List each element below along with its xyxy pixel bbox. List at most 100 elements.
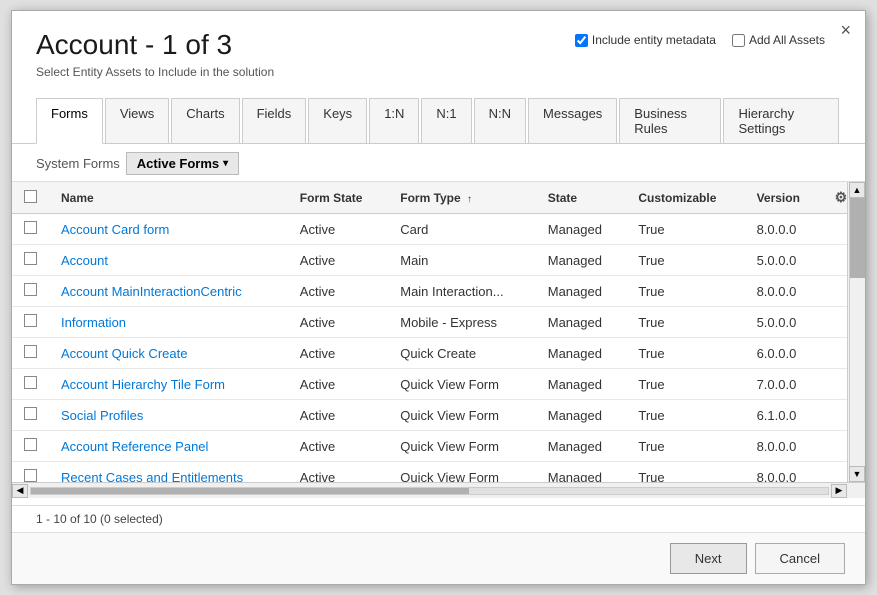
row-form-state-cell: Active bbox=[288, 400, 388, 431]
row-state-cell: Managed bbox=[536, 245, 627, 276]
table-row: Account Quick CreateActiveQuick CreateMa… bbox=[12, 338, 865, 369]
tab-1-n[interactable]: 1:N bbox=[369, 98, 419, 144]
status-bar: 1 - 10 of 10 (0 selected) bbox=[12, 505, 865, 532]
row-name-cell: Account MainInteractionCentric bbox=[49, 276, 288, 307]
row-checkbox-cell[interactable] bbox=[12, 369, 49, 400]
row-name-cell: Social Profiles bbox=[49, 400, 288, 431]
row-name-cell: Recent Cases and Entitlements bbox=[49, 462, 288, 483]
active-forms-button[interactable]: Active Forms ▾ bbox=[126, 152, 239, 175]
form-name-link[interactable]: Account MainInteractionCentric bbox=[61, 284, 242, 299]
tab-forms[interactable]: Forms bbox=[36, 98, 103, 144]
tab-keys[interactable]: Keys bbox=[308, 98, 367, 144]
row-version-cell: 7.0.0.0 bbox=[745, 369, 823, 400]
row-form-type-cell: Main Interaction... bbox=[388, 276, 536, 307]
scroll-up-button[interactable]: ▲ bbox=[849, 182, 865, 198]
row-checkbox-cell[interactable] bbox=[12, 214, 49, 245]
scroll-down-button[interactable]: ▼ bbox=[849, 466, 865, 482]
include-metadata-label[interactable]: Include entity metadata bbox=[575, 33, 716, 47]
tab-views[interactable]: Views bbox=[105, 98, 169, 144]
row-checkbox[interactable] bbox=[24, 221, 37, 234]
tab-hierarchy-settings[interactable]: Hierarchy Settings bbox=[723, 98, 839, 144]
row-customizable-cell: True bbox=[626, 462, 744, 483]
row-state-cell: Managed bbox=[536, 400, 627, 431]
dialog-footer: Next Cancel bbox=[12, 532, 865, 584]
sort-icon: ↑ bbox=[467, 194, 472, 205]
row-form-type-cell: Quick View Form bbox=[388, 462, 536, 483]
form-name-link[interactable]: Information bbox=[61, 315, 126, 330]
row-checkbox-cell[interactable] bbox=[12, 431, 49, 462]
close-button[interactable]: × bbox=[840, 21, 851, 39]
state-column-header[interactable]: State bbox=[536, 182, 627, 214]
row-customizable-cell: True bbox=[626, 214, 744, 245]
tab-n-n[interactable]: N:N bbox=[474, 98, 526, 144]
horizontal-scrollbar[interactable]: ◀ ▶ bbox=[12, 482, 865, 498]
row-version-cell: 8.0.0.0 bbox=[745, 462, 823, 483]
row-form-state-cell: Active bbox=[288, 276, 388, 307]
tab-business-rules[interactable]: Business Rules bbox=[619, 98, 721, 144]
row-checkbox-cell[interactable] bbox=[12, 276, 49, 307]
row-form-type-cell: Quick Create bbox=[388, 338, 536, 369]
tab-n-1[interactable]: N:1 bbox=[421, 98, 471, 144]
add-all-assets-checkbox[interactable] bbox=[732, 34, 745, 47]
scroll-thumb[interactable] bbox=[850, 198, 865, 278]
row-form-type-cell: Card bbox=[388, 214, 536, 245]
checkbox-column-header[interactable] bbox=[12, 182, 49, 214]
add-all-assets-label[interactable]: Add All Assets bbox=[732, 33, 825, 47]
scroll-right-button[interactable]: ▶ bbox=[831, 484, 847, 498]
form-name-link[interactable]: Account Card form bbox=[61, 222, 169, 237]
row-checkbox[interactable] bbox=[24, 314, 37, 327]
form-name-link[interactable]: Account Reference Panel bbox=[61, 439, 208, 454]
row-form-state-cell: Active bbox=[288, 245, 388, 276]
vertical-scrollbar[interactable]: ▲ ▼ bbox=[847, 182, 865, 482]
row-checkbox-cell[interactable] bbox=[12, 307, 49, 338]
table-scroll[interactable]: Name Form State Form Type ↑ State Custom… bbox=[12, 182, 865, 482]
form-type-column-header[interactable]: Form Type ↑ bbox=[388, 182, 536, 214]
form-name-link[interactable]: Recent Cases and Entitlements bbox=[61, 470, 243, 483]
row-checkbox[interactable] bbox=[24, 407, 37, 420]
settings-icon[interactable]: ⚙ bbox=[835, 189, 848, 205]
row-form-state-cell: Active bbox=[288, 462, 388, 483]
row-state-cell: Managed bbox=[536, 369, 627, 400]
form-name-link[interactable]: Account Hierarchy Tile Form bbox=[61, 377, 225, 392]
include-metadata-checkbox[interactable] bbox=[575, 34, 588, 47]
tab-messages[interactable]: Messages bbox=[528, 98, 617, 144]
row-checkbox[interactable] bbox=[24, 438, 37, 451]
row-checkbox[interactable] bbox=[24, 376, 37, 389]
row-checkbox-cell[interactable] bbox=[12, 462, 49, 483]
row-checkbox[interactable] bbox=[24, 283, 37, 296]
table-row: InformationActiveMobile - ExpressManaged… bbox=[12, 307, 865, 338]
cancel-button[interactable]: Cancel bbox=[755, 543, 845, 574]
row-form-state-cell: Active bbox=[288, 369, 388, 400]
table-row: Account Hierarchy Tile FormActiveQuick V… bbox=[12, 369, 865, 400]
row-customizable-cell: True bbox=[626, 276, 744, 307]
form-name-link[interactable]: Social Profiles bbox=[61, 408, 143, 423]
form-name-link[interactable]: Account bbox=[61, 253, 108, 268]
horiz-scroll-thumb[interactable] bbox=[31, 488, 469, 494]
scroll-left-button[interactable]: ◀ bbox=[12, 484, 28, 498]
row-form-state-cell: Active bbox=[288, 307, 388, 338]
row-checkbox-cell[interactable] bbox=[12, 400, 49, 431]
scroll-track[interactable] bbox=[849, 198, 865, 466]
row-checkbox[interactable] bbox=[24, 345, 37, 358]
version-column-header[interactable]: Version bbox=[745, 182, 823, 214]
row-name-cell: Account bbox=[49, 245, 288, 276]
form-name-link[interactable]: Account Quick Create bbox=[61, 346, 187, 361]
row-checkbox[interactable] bbox=[24, 252, 37, 265]
row-checkbox[interactable] bbox=[24, 469, 37, 482]
customizable-column-header[interactable]: Customizable bbox=[626, 182, 744, 214]
row-version-cell: 5.0.0.0 bbox=[745, 245, 823, 276]
form-state-column-header[interactable]: Form State bbox=[288, 182, 388, 214]
tab-charts[interactable]: Charts bbox=[171, 98, 239, 144]
horiz-scroll-track[interactable] bbox=[30, 487, 829, 495]
name-column-header[interactable]: Name bbox=[49, 182, 288, 214]
row-customizable-cell: True bbox=[626, 369, 744, 400]
select-all-checkbox[interactable] bbox=[24, 190, 37, 203]
tab-fields[interactable]: Fields bbox=[242, 98, 307, 144]
table-wrapper: Name Form State Form Type ↑ State Custom… bbox=[12, 182, 865, 482]
row-customizable-cell: True bbox=[626, 338, 744, 369]
next-button[interactable]: Next bbox=[670, 543, 747, 574]
row-checkbox-cell[interactable] bbox=[12, 338, 49, 369]
table-container: Name Form State Form Type ↑ State Custom… bbox=[12, 181, 865, 505]
row-checkbox-cell[interactable] bbox=[12, 245, 49, 276]
subheader: System Forms Active Forms ▾ bbox=[12, 144, 865, 175]
